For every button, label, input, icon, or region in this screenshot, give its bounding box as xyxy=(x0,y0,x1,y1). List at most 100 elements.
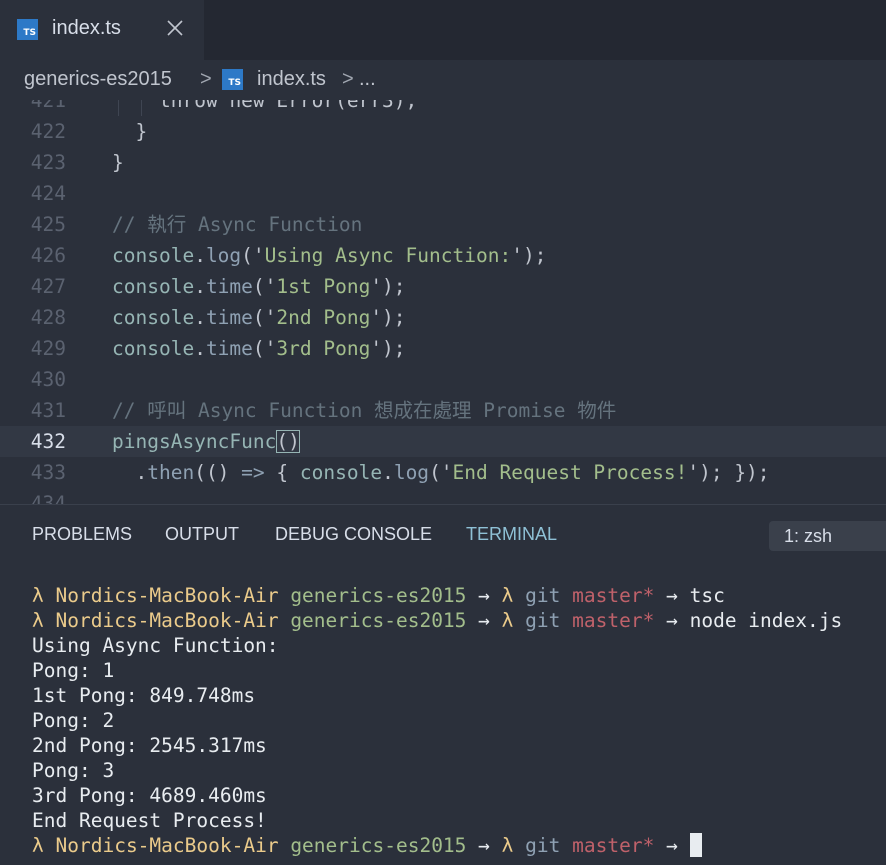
line-number: 428 xyxy=(30,306,66,329)
tab-terminal[interactable]: TERMINAL xyxy=(466,524,557,545)
code-token: . xyxy=(194,306,206,329)
prompt-dir: generics-es2015 xyxy=(290,834,467,857)
code-token: . xyxy=(382,461,394,484)
code-token: 2nd Pong xyxy=(276,306,371,329)
prompt-arrow: → xyxy=(478,609,490,632)
line-number: 432 xyxy=(30,430,66,453)
terminal-output-line: End Request Process! xyxy=(32,809,267,832)
code-token: (' xyxy=(252,275,277,298)
code-line[interactable]: 434 xyxy=(0,488,886,504)
code-token: 1st Pong xyxy=(276,275,371,298)
bottom-panel: PROBLEMS OUTPUT DEBUG CONSOLE TERMINAL 1… xyxy=(0,504,886,865)
code-token: throw new Error(err3); xyxy=(159,100,418,112)
code-line[interactable]: 426 console.log('Using Async Function:'); xyxy=(0,240,886,271)
code-text: console.time('1st Pong'); xyxy=(112,271,406,302)
code-line[interactable]: 433 .then(() => { console.log('End Reque… xyxy=(0,457,886,488)
code-token: // 執行 Async Function xyxy=(112,213,363,236)
breadcrumb-file[interactable]: index.ts xyxy=(257,68,326,91)
terminal-output-line: 1st Pong: 849.748ms xyxy=(32,684,256,707)
code-line[interactable]: 429 console.time('3rd Pong'); xyxy=(0,333,886,364)
code-token: console xyxy=(112,244,195,267)
code-token: time xyxy=(205,306,253,329)
prompt-arrow: → xyxy=(666,834,678,857)
code-token: (() xyxy=(194,461,242,484)
code-token: End Request Process! xyxy=(452,461,688,484)
code-token: } xyxy=(135,120,148,143)
terminal-cursor xyxy=(689,833,702,857)
code-token: (' xyxy=(241,244,265,267)
prompt-arrow: → xyxy=(666,609,678,632)
prompt-lambda: λ xyxy=(501,584,514,607)
code-line[interactable]: 425 // 執行 Async Function xyxy=(0,209,886,240)
code-line[interactable]: 430 xyxy=(0,364,886,395)
prompt-git: git xyxy=(525,834,561,857)
terminal-prompt-line: λ Nordics-MacBook-Air generics-es2015 → … xyxy=(32,608,842,633)
terminal-output-line: Pong: 1 xyxy=(32,659,115,682)
code-token: => xyxy=(241,461,265,484)
line-number: 431 xyxy=(30,399,66,422)
prompt-lambda: λ xyxy=(32,834,44,857)
prompt-branch: master* xyxy=(572,609,655,632)
code-line[interactable]: 432 pingsAsyncFunc() xyxy=(0,426,886,457)
code-token: console xyxy=(299,461,383,484)
prompt-host: Nordics-MacBook-Air xyxy=(55,584,279,607)
terminal-command: node index.js xyxy=(689,609,843,632)
prompt-arrow: → xyxy=(666,584,678,607)
code-token: console xyxy=(112,275,195,298)
code-token: log xyxy=(205,244,242,267)
tab-output[interactable]: OUTPUT xyxy=(165,524,239,545)
line-number: 425 xyxy=(30,213,66,236)
line-number: 427 xyxy=(30,275,66,298)
code-token: '); xyxy=(370,306,406,329)
code-token: // 呼叫 Async Function 想成在處理 Promise 物件 xyxy=(112,399,617,422)
code-line[interactable]: 428 console.time('2nd Pong'); xyxy=(0,302,886,333)
line-number: 421 xyxy=(30,100,66,112)
code-token: } xyxy=(112,151,124,174)
code-token: '); xyxy=(511,244,547,267)
terminal-output-line: Using Async Function: xyxy=(32,634,279,657)
code-text: } xyxy=(112,147,124,178)
breadcrumb-more[interactable]: ... xyxy=(359,68,376,91)
code-token: time xyxy=(205,337,253,360)
breadcrumb-folder[interactable]: generics-es2015 xyxy=(24,68,172,91)
prompt-host: Nordics-MacBook-Air xyxy=(55,609,279,632)
code-line[interactable]: 427 console.time('1st Pong'); xyxy=(0,271,886,302)
vscode-window: TS index.ts generics-es2015 > TS index.t… xyxy=(0,0,886,865)
code-token: console xyxy=(112,337,195,360)
tab-debug-console[interactable]: DEBUG CONSOLE xyxy=(275,524,432,545)
code-token: (' xyxy=(429,461,453,484)
terminal-output-line: 3rd Pong: 4689.460ms xyxy=(32,784,267,807)
code-token: pingsAsyncFunc xyxy=(112,430,277,453)
code-line[interactable]: 422} xyxy=(0,116,886,147)
terminal-select[interactable]: 1: zsh xyxy=(769,521,886,551)
line-number: 433 xyxy=(30,461,66,484)
code-token: Using Async Function: xyxy=(264,244,512,267)
prompt-lambda: λ xyxy=(501,609,514,632)
code-text: console.time('2nd Pong'); xyxy=(112,302,406,333)
prompt-git: git xyxy=(525,584,561,607)
typescript-file-icon: TS xyxy=(222,69,243,90)
indent-guide xyxy=(141,100,142,116)
code-line[interactable]: 421 throw new Error(err3); xyxy=(0,100,886,116)
close-icon[interactable] xyxy=(163,16,187,40)
code-editor[interactable]: 421 throw new Error(err3); 422} 423} 424 425 /… xyxy=(0,100,886,504)
code-line[interactable]: 424 xyxy=(0,178,886,209)
terminal-output-line: Pong: 2 xyxy=(32,709,115,732)
prompt-git: git xyxy=(525,609,561,632)
code-text: // 執行 Async Function xyxy=(112,209,362,240)
line-number: 424 xyxy=(30,182,66,205)
code-token: time xyxy=(205,275,253,298)
tab-problems[interactable]: PROBLEMS xyxy=(32,524,132,545)
code-line[interactable]: 431 // 呼叫 Async Function 想成在處理 Promise 物件 xyxy=(0,395,886,426)
code-text: console.log('Using Async Function:'); xyxy=(112,240,546,271)
terminal-output-line: 2nd Pong: 2545.317ms xyxy=(32,734,267,757)
terminal-command: tsc xyxy=(689,584,725,607)
code-token: '); }); xyxy=(687,461,770,484)
tab-index-ts[interactable]: TS index.ts xyxy=(0,0,204,60)
code-line[interactable]: 423} xyxy=(0,147,886,178)
prompt-lambda: λ xyxy=(32,609,44,632)
prompt-dir: generics-es2015 xyxy=(290,609,467,632)
code-token: '); xyxy=(370,337,406,360)
prompt-arrow: → xyxy=(478,834,490,857)
terminal-prompt-line: λ Nordics-MacBook-Air generics-es2015 → … xyxy=(32,583,725,608)
